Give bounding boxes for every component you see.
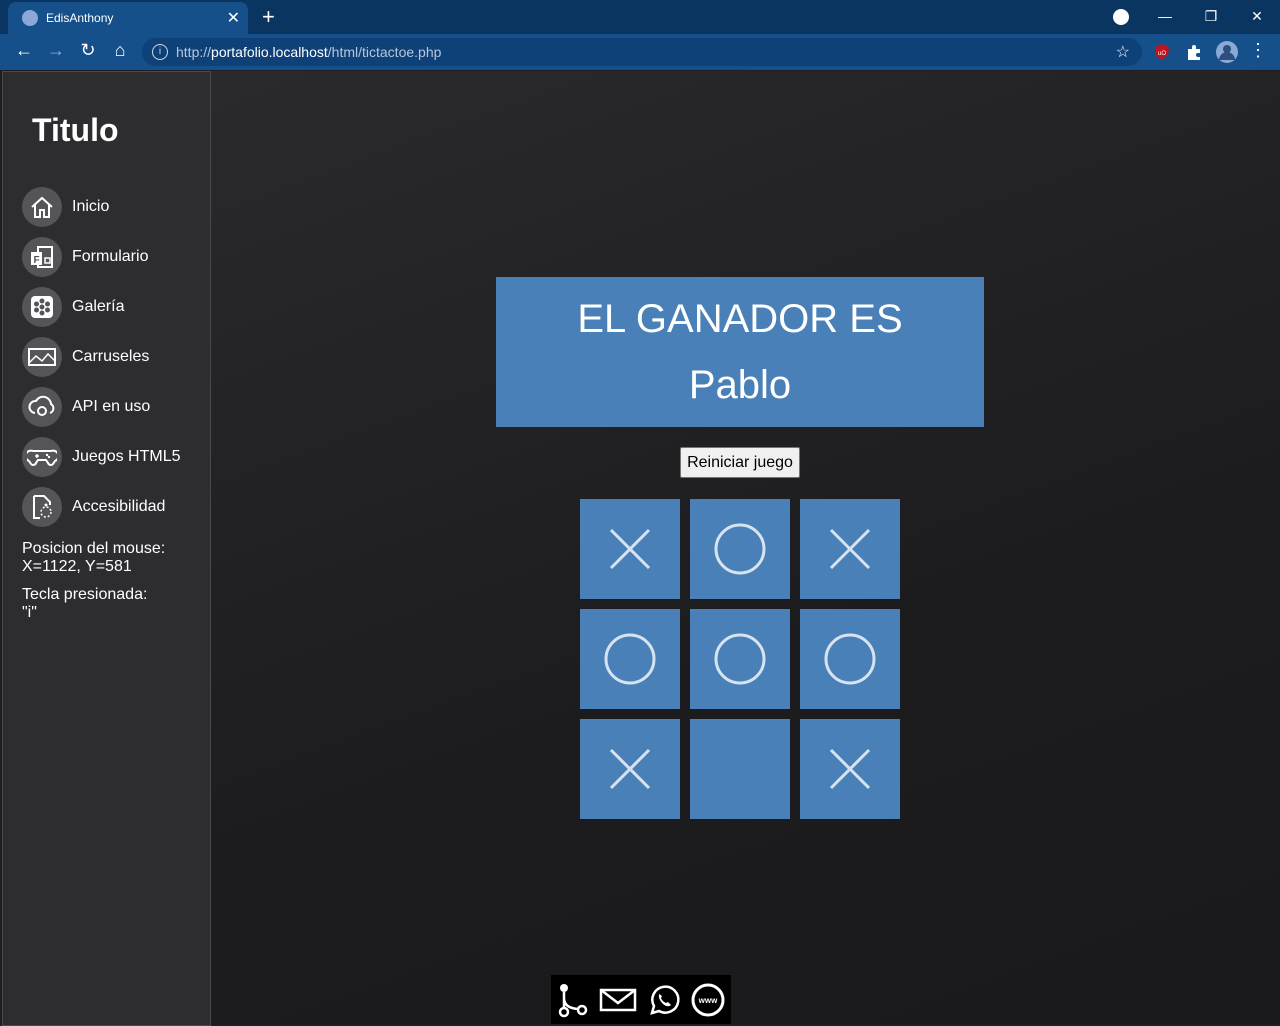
www-icon[interactable]: www <box>690 982 726 1018</box>
address-bar[interactable]: i http://portafolio.localhost/html/ticta… <box>142 38 1142 66</box>
url-text: http://portafolio.localhost/html/tictact… <box>176 44 442 60</box>
sidebar-item-label: Juegos HTML5 <box>72 448 181 465</box>
sidebar-item-galeria[interactable]: Galería <box>22 282 181 332</box>
x-mark-icon <box>609 748 651 790</box>
restart-button[interactable]: Reiniciar juego <box>680 447 800 478</box>
gamepad-icon <box>22 437 62 477</box>
browser-chrome: EdisAnthony ✕ + — ❐ ✕ ← → ↻ ⌂ i http://p… <box>0 0 1280 70</box>
o-mark-icon <box>604 633 656 685</box>
board-cell-2[interactable] <box>800 499 900 599</box>
tab-strip: EdisAnthony ✕ + — ❐ ✕ <box>0 0 1280 34</box>
bookmark-star-icon[interactable]: ☆ <box>1116 42 1130 62</box>
svg-text:F: F <box>33 255 39 266</box>
board-cell-3[interactable] <box>580 609 680 709</box>
winner-heading: EL GANADOR ES <box>577 297 903 341</box>
tab-search-icon[interactable] <box>1113 9 1129 25</box>
tictactoe-board <box>580 499 900 819</box>
accessibility-icon <box>22 487 62 527</box>
sidebar-item-label: Carruseles <box>72 348 150 365</box>
profile-avatar-icon[interactable] <box>1216 41 1238 63</box>
svg-text:www: www <box>698 996 718 1005</box>
board-cell-8[interactable] <box>800 719 900 819</box>
mouse-position-value: X=1122, Y=581 <box>22 558 132 575</box>
mouse-position-label: Posicion del mouse: <box>22 540 166 557</box>
carousel-icon <box>22 337 62 377</box>
profile-favicon-icon <box>22 10 38 26</box>
sidebar-item-formulario[interactable]: F Formulario <box>22 232 181 282</box>
sidebar-item-inicio[interactable]: Inicio <box>22 182 181 232</box>
close-window-icon[interactable]: ✕ <box>1234 0 1280 34</box>
mouse-info: Posicion del mouse: X=1122, Y=581 Tecla … <box>22 540 202 622</box>
main-content: EL GANADOR ES Pablo Reiniciar juego www <box>211 71 1280 1024</box>
o-mark-icon <box>714 523 766 575</box>
sidebar-item-accesibilidad[interactable]: Accesibilidad <box>22 482 181 532</box>
browser-menu-icon[interactable]: ⋮ <box>1246 40 1270 61</box>
o-mark-icon <box>714 633 766 685</box>
mail-icon[interactable] <box>599 986 637 1014</box>
restore-icon[interactable]: ❐ <box>1188 0 1234 34</box>
back-icon[interactable]: ← <box>12 40 36 61</box>
x-mark-icon <box>609 528 651 570</box>
sidebar: Titulo Inicio F Formulario Galería Carru… <box>2 71 211 1026</box>
browser-toolbar: ← → ↻ ⌂ i http://portafolio.localhost/ht… <box>0 34 1280 70</box>
x-mark-icon <box>829 528 871 570</box>
key-pressed-value: "i" <box>22 604 37 621</box>
sidebar-item-juegos[interactable]: Juegos HTML5 <box>22 432 181 482</box>
ublock-icon[interactable]: uO <box>1153 43 1171 61</box>
window-controls: — ❐ ✕ <box>1142 0 1280 34</box>
reload-icon[interactable]: ↻ <box>76 40 100 61</box>
whatsapp-icon[interactable] <box>647 983 681 1017</box>
new-tab-icon[interactable]: + <box>262 4 275 30</box>
svg-text:uO: uO <box>1158 51 1166 57</box>
board-cell-6[interactable] <box>580 719 680 819</box>
winner-banner: EL GANADOR ES Pablo <box>496 277 984 427</box>
sidebar-item-label: Galería <box>72 298 125 315</box>
board-cell-0[interactable] <box>580 499 680 599</box>
sidebar-item-label: Inicio <box>72 198 110 215</box>
tab-title: EdisAnthony <box>46 11 114 25</box>
sidebar-item-label: API en uso <box>72 398 151 415</box>
board-cell-4[interactable] <box>690 609 790 709</box>
api-cloud-icon <box>22 387 62 427</box>
sidebar-item-api[interactable]: API en uso <box>22 382 181 432</box>
x-mark-icon <box>829 748 871 790</box>
social-links: www <box>551 975 731 1024</box>
key-pressed-label: Tecla presionada: <box>22 586 148 603</box>
board-cell-1[interactable] <box>690 499 790 599</box>
sidebar-item-label: Formulario <box>72 248 149 265</box>
o-mark-icon <box>824 633 876 685</box>
board-cell-5[interactable] <box>800 609 900 709</box>
close-tab-icon[interactable]: ✕ <box>227 8 240 28</box>
sidebar-item-label: Accesibilidad <box>72 498 166 515</box>
sidebar-item-carruseles[interactable]: Carruseles <box>22 332 181 382</box>
minimize-icon[interactable]: — <box>1142 0 1188 34</box>
git-icon[interactable] <box>556 982 590 1018</box>
site-info-icon[interactable]: i <box>152 44 168 60</box>
form-icon: F <box>22 237 62 277</box>
sidebar-menu: Inicio F Formulario Galería Carruseles A… <box>22 182 181 532</box>
home-icon <box>22 187 62 227</box>
board-cell-7[interactable] <box>690 719 790 819</box>
gallery-icon <box>22 287 62 327</box>
winner-name: Pablo <box>688 363 792 407</box>
browser-tab[interactable]: EdisAnthony ✕ <box>8 2 248 34</box>
extensions-puzzle-icon[interactable] <box>1185 43 1203 61</box>
home-nav-icon[interactable]: ⌂ <box>108 40 132 61</box>
site-title: Titulo <box>32 112 119 148</box>
forward-icon[interactable]: → <box>44 40 68 61</box>
